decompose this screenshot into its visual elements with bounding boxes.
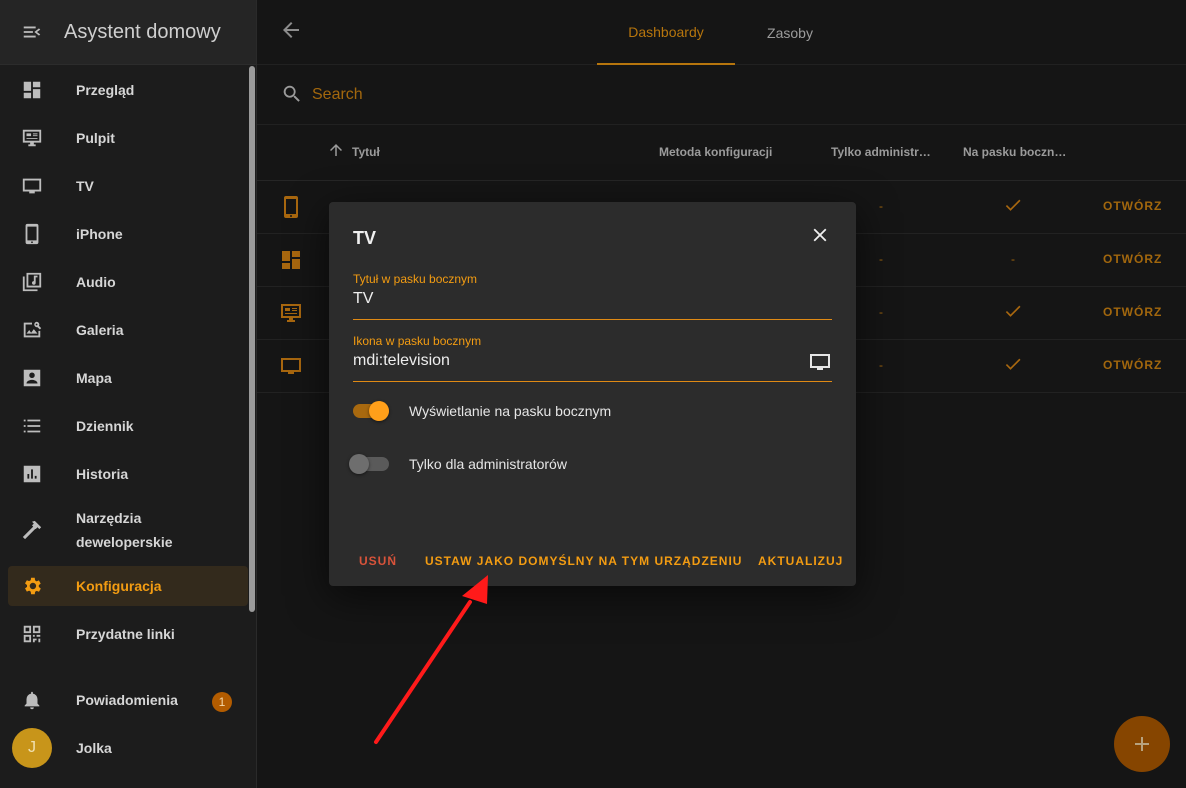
show-in-sidebar-toggle[interactable] [353,401,389,421]
account-box-icon [8,358,56,398]
dashboard-settings-dialog: TV Tytuł w pasku bocznym TV Ikona w pask… [329,202,856,586]
toggle-knob [349,454,369,474]
sidebar-scrollbar[interactable] [249,66,255,612]
user-name: Jolka [76,740,112,756]
close-button[interactable] [809,224,831,246]
hammer-icon [8,510,56,550]
sidebar-item-desktop[interactable]: Pulpit [8,118,248,158]
chart-box-icon [8,454,56,494]
avatar: J [12,728,52,768]
sidebar-item-gallery[interactable]: Galeria [8,310,248,350]
notification-badge: 1 [212,692,232,712]
field-label: Tytuł w pasku bocznym [353,272,478,286]
gear-icon [8,566,56,606]
sidebar-item-configuration[interactable]: Konfiguracja [8,566,248,606]
set-default-button[interactable]: USTAW JAKO DOMYŚLNY NA TYM URZĄDZENIU [425,554,742,568]
close-icon [813,228,827,242]
sidebar-header: Asystent domowy [0,0,256,65]
sidebar-item-label: Przydatne linki [76,626,175,642]
show-in-sidebar-label: Wyświetlanie na pasku bocznym [409,403,612,419]
sidebar-item-logbook[interactable]: Dziennik [8,406,248,446]
sidebar-item-label: Powiadomienia [76,692,178,708]
music-library-icon [8,262,56,302]
sidebar-item-notifications[interactable]: Powiadomienia 1 [8,680,248,720]
television-icon [8,166,56,206]
sidebar-item-label: Przegląd [76,82,135,98]
field-label: Ikona w pasku bocznym [353,334,482,348]
sidebar-item-audio[interactable]: Audio [8,262,248,302]
sidebar-bottom: Powiadomienia 1 J Jolka [8,680,248,776]
sidebar-item-label: Historia [76,466,129,482]
sidebar-item-tv[interactable]: TV [8,166,248,206]
sidebar-item-label: Narzędzia deweloperskie [76,506,173,554]
desktop-icon [8,118,56,158]
toggle-knob [369,401,389,421]
dialog-title: TV [353,228,377,248]
sidebar-item-history[interactable]: Historia [8,454,248,494]
image-search-icon [8,310,56,350]
sidebar-item-iphone[interactable]: iPhone [8,214,248,254]
sidebar-item-map[interactable]: Mapa [8,358,248,398]
menu-open-icon [23,26,41,38]
field-value: TV [353,290,374,307]
delete-button[interactable]: USUŃ [359,554,397,568]
label-line-2: deweloperskie [76,534,173,550]
overview-icon [8,70,56,110]
update-button[interactable]: AKTUALIZUJ [758,554,843,568]
sidebar-nav: Przegląd Pulpit TV iPhone Audio Galeria … [8,70,248,662]
television-icon [808,350,832,379]
qrcode-icon [8,614,56,654]
sidebar-item-label: Mapa [76,370,112,386]
field-value: mdi:television [353,352,450,369]
sidebar-item-overview[interactable]: Przegląd [8,70,248,110]
list-icon [8,406,56,446]
sidebar-title-field[interactable]: Tytuł w pasku bocznym TV [353,272,832,320]
sidebar-item-profile[interactable]: J Jolka [8,728,248,768]
admin-only-label: Tylko dla administratorów [409,456,567,472]
sidebar-item-label: TV [76,178,94,194]
sidebar-item-label: Audio [76,274,116,290]
sidebar-icon-field[interactable]: Ikona w pasku bocznym mdi:television [353,334,832,382]
sidebar-item-label: Dziennik [76,418,134,434]
menu-toggle-button[interactable] [0,0,64,65]
sidebar-item-label: Konfiguracja [76,578,162,594]
annotation-arrow-icon [374,575,488,744]
bell-icon [8,680,56,720]
admin-only-toggle[interactable] [349,454,389,474]
app-title: Asystent domowy [64,20,221,43]
phone-icon [8,214,56,254]
sidebar-item-useful-links[interactable]: Przydatne linki [8,614,248,654]
sidebar-item-label: Pulpit [76,130,115,146]
label-line-1: Narzędzia [76,510,142,526]
sidebar: Asystent domowy Przegląd Pulpit TV iPhon… [0,0,257,788]
sidebar-item-label: Galeria [76,322,124,338]
sidebar-item-developer-tools[interactable]: Narzędzia deweloperskie [8,502,248,558]
sidebar-item-label: iPhone [76,226,123,242]
